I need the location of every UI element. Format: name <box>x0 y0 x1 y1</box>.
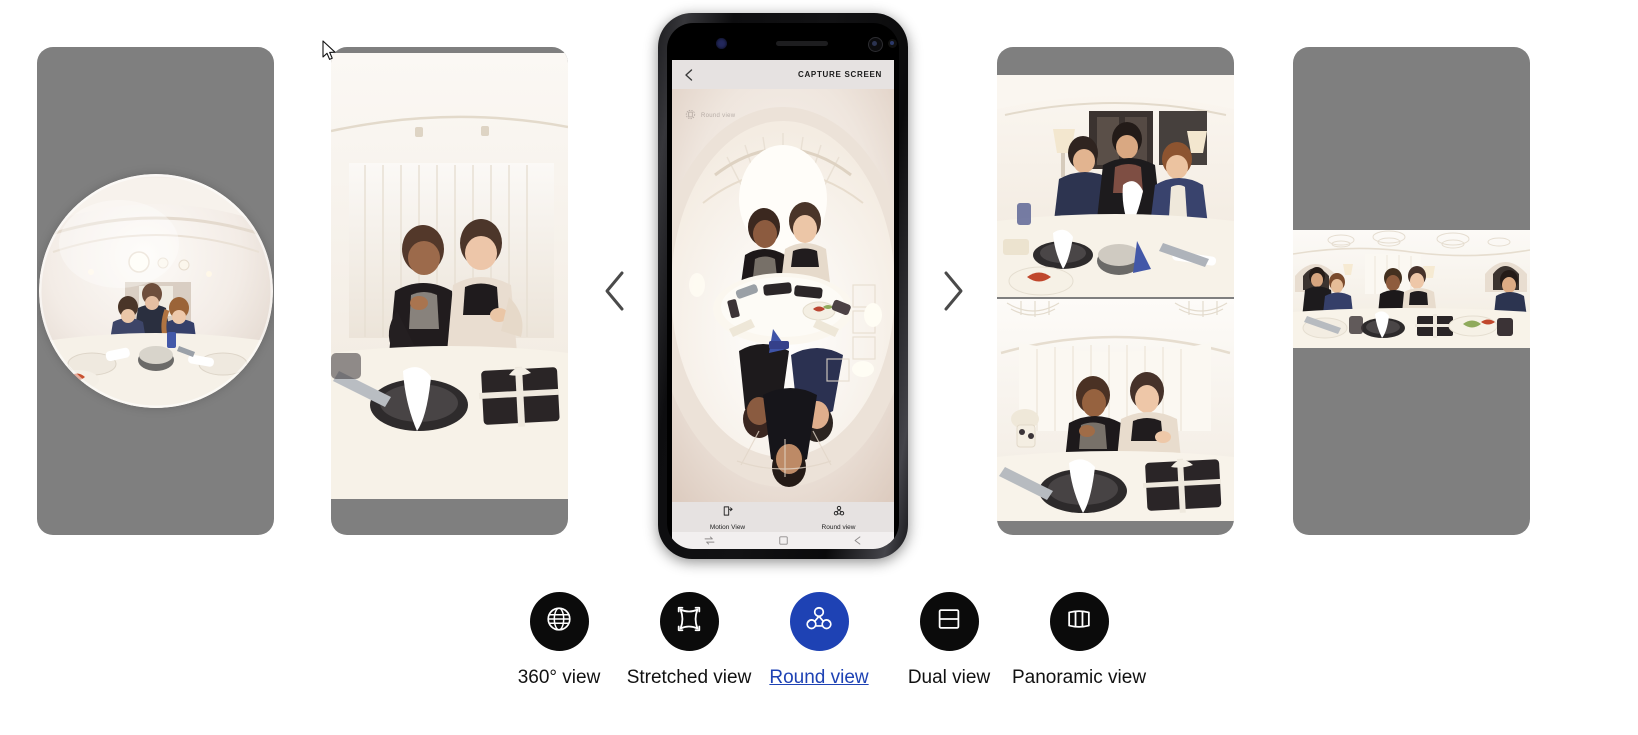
mode-icon-bubble <box>789 592 849 651</box>
phone-tool-label: Round view <box>821 523 856 531</box>
mode-icon-bubble <box>1049 592 1109 651</box>
mode-button-dual-view[interactable]: Dual view <box>884 592 1014 689</box>
mode-button-panoramic-view[interactable]: Panoramic view <box>1011 592 1147 689</box>
round-view-viewport[interactable]: Round view <box>672 89 894 502</box>
round-view-icon <box>833 504 845 522</box>
mode-icon-bubble <box>529 592 589 651</box>
proximity-sensor-icon <box>888 39 897 48</box>
carousel-card-dual-view[interactable] <box>997 47 1234 535</box>
dual-preview-image-top <box>997 75 1234 297</box>
mouse-pointer-icon <box>322 40 338 62</box>
recents-icon[interactable] <box>703 534 716 549</box>
phone-device-frame: CAPTURE SCREEN Round view Motion View Ro… <box>658 13 908 559</box>
globe-icon <box>544 604 574 639</box>
front-camera-icon <box>716 38 727 49</box>
phone-tool-bar: Motion View Round view <box>672 502 894 532</box>
chevron-left-icon[interactable] <box>682 68 696 82</box>
phone-screen: CAPTURE SCREEN Round view Motion View Ro… <box>672 60 894 532</box>
sphere-preview-image <box>38 174 273 408</box>
round-view-icon <box>804 604 834 639</box>
mode-button-round-view[interactable]: Round view <box>754 592 884 689</box>
mode-button-stretched-view[interactable]: Stretched view <box>624 592 754 689</box>
view-mode-selector: 360° view Stretched view Round view Dual… <box>0 592 1638 702</box>
phone-tool-motion-view[interactable]: Motion View <box>672 502 783 532</box>
carousel-card-360-view[interactable] <box>37 47 274 535</box>
tiny-planet-image <box>672 89 894 502</box>
mode-label: 360° view <box>517 667 601 688</box>
stretched-icon <box>674 604 704 639</box>
panorama-icon <box>1064 604 1094 639</box>
mode-label: Dual view <box>907 667 991 688</box>
app-bar-title: CAPTURE SCREEN <box>797 70 882 79</box>
carousel-next-button[interactable] <box>938 268 968 314</box>
round-view-watermark: Round view <box>685 107 735 125</box>
panoramic-preview-image <box>1293 230 1530 348</box>
phone-bezel: CAPTURE SCREEN Round view Motion View Ro… <box>667 23 899 549</box>
dual-split-icon <box>934 604 964 639</box>
back-arrow-icon[interactable] <box>851 534 864 549</box>
phone-sensor-row <box>672 23 897 60</box>
carousel-card-stretched-view[interactable] <box>331 47 568 535</box>
round-view-icon <box>685 107 696 125</box>
mode-label: Round view <box>769 667 869 688</box>
page-root: CAPTURE SCREEN Round view Motion View Ro… <box>0 0 1638 735</box>
home-square-icon[interactable] <box>777 534 790 549</box>
phone-tool-label: Motion View <box>709 523 746 531</box>
carousel-prev-button[interactable] <box>600 268 630 314</box>
mode-icon-bubble <box>659 592 719 651</box>
carousel-card-panoramic-view[interactable] <box>1293 47 1530 535</box>
mode-button-360-view[interactable]: 360° view <box>494 592 624 689</box>
motion-view-icon <box>722 504 734 522</box>
app-bar: CAPTURE SCREEN <box>672 60 894 89</box>
dual-preview-image-bottom <box>997 299 1234 521</box>
view-mode-carousel: CAPTURE SCREEN Round view Motion View Ro… <box>0 0 1638 575</box>
round-view-watermark-label: Round view <box>701 113 736 119</box>
mode-label: Stretched view <box>626 667 752 688</box>
iris-scanner-icon <box>868 37 883 52</box>
android-nav-bar <box>672 532 894 549</box>
mode-icon-bubble <box>919 592 979 651</box>
phone-tool-round-view[interactable]: Round view <box>783 502 894 532</box>
stretched-preview-image <box>331 53 568 499</box>
earpiece-speaker-icon <box>776 41 828 46</box>
mode-label: Panoramic view <box>1011 667 1147 688</box>
